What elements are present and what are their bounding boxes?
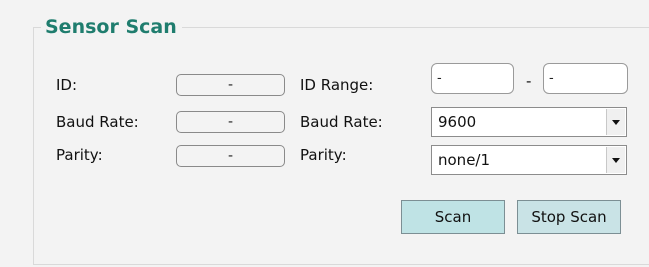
parity-value-box: - <box>176 145 285 167</box>
scan-baud-rate-label: Baud Rate: <box>300 113 383 131</box>
id-label: ID: <box>56 76 78 94</box>
id-value-box: - <box>176 74 285 96</box>
id-range-label: ID Range: <box>300 76 374 94</box>
scan-parity-label: Parity: <box>300 146 347 164</box>
baud-rate-label: Baud Rate: <box>56 113 139 131</box>
parity-select[interactable]: none/1 <box>431 145 627 175</box>
id-range-separator: - <box>526 72 532 90</box>
parity-selected-value: none/1 <box>438 151 491 169</box>
baud-rate-value-box: - <box>176 111 285 133</box>
parity-label: Parity: <box>56 146 103 164</box>
id-range-from-input[interactable] <box>431 63 514 94</box>
baud-rate-selected-value: 9600 <box>438 113 477 131</box>
stop-scan-button[interactable]: Stop Scan <box>517 200 621 234</box>
chevron-down-icon[interactable] <box>606 109 625 135</box>
scan-button[interactable]: Scan <box>401 200 505 234</box>
id-range-to-input[interactable] <box>543 63 628 94</box>
chevron-down-icon[interactable] <box>606 147 625 173</box>
baud-rate-select[interactable]: 9600 <box>431 107 627 137</box>
groupbox-title: Sensor Scan <box>41 15 182 39</box>
